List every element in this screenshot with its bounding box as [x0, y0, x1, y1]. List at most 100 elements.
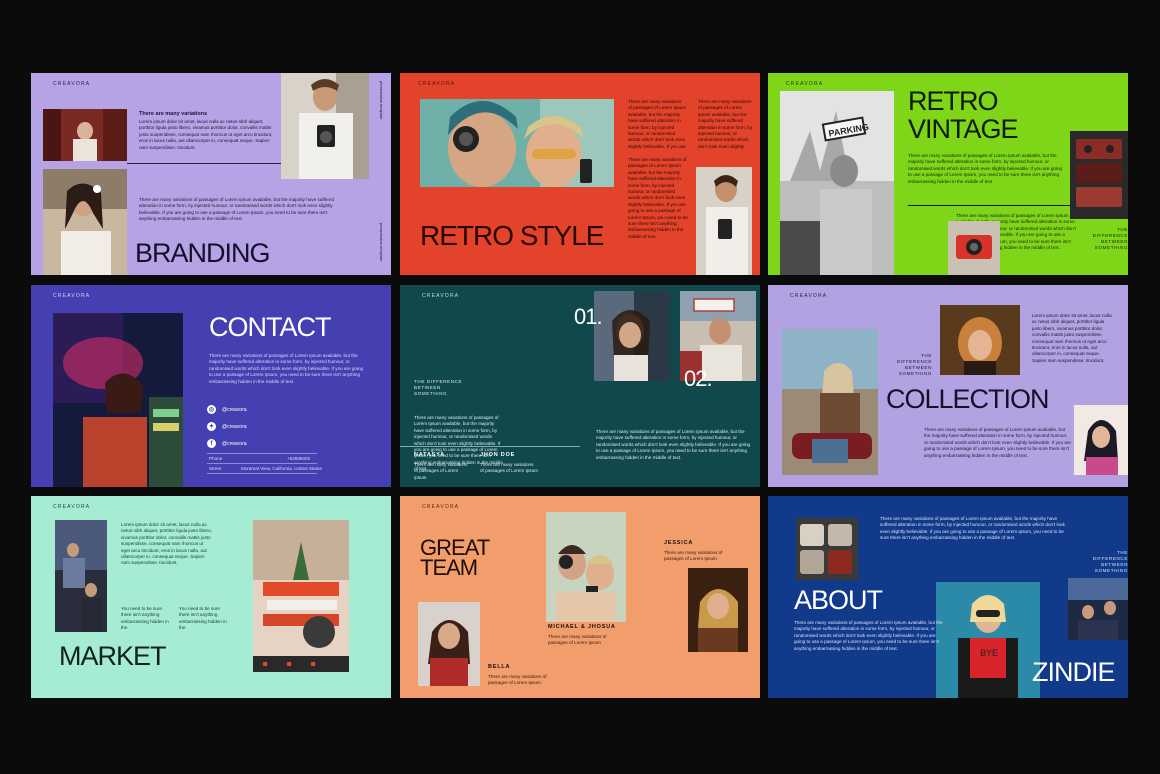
collection-body: There are many variations of passages of… [924, 427, 1071, 458]
vertical-caption: presentation template [379, 81, 384, 120]
brand-logo: CREAVORA [418, 81, 456, 87]
divider [207, 473, 317, 474]
brand-logo: CREAVORA [790, 293, 828, 299]
branding-title: BRANDING [135, 238, 271, 268]
member-text-3: There are many variations of passages of… [488, 674, 547, 686]
collection-lorem: Lorem ipsum dolor sit amet, lacus nulla … [1032, 313, 1112, 363]
person-name-2: JHON DOE [480, 452, 516, 458]
retro-text-1: There are many variations of passages of… [628, 99, 686, 149]
contact-title: CONTACT [209, 312, 331, 342]
member-name-2: MICHAEL & JHOSUA [548, 624, 616, 630]
phone-label: Phone [209, 456, 223, 461]
vertical-caption-2: presentation template [379, 223, 384, 262]
person-name-1: NATASYA [414, 452, 445, 458]
twitter-icon: ✦ [207, 422, 216, 431]
photo-arcade-crowd [1068, 578, 1128, 640]
person-text-1: There are many variations of passages of… [414, 462, 468, 480]
difference-caption: THE DIFFERENCE BETWEEN SOMETHING [414, 379, 463, 396]
facebook-icon: f [207, 439, 216, 448]
street-value: Montreal View, California, United States [241, 466, 322, 471]
brand-logo: CREAVORA [422, 293, 460, 299]
number-2: 02. [684, 366, 713, 391]
street-label: Street [209, 466, 222, 471]
photo-neon-woman [53, 313, 183, 487]
social-handle: @creavora [222, 440, 247, 447]
photo-duo [546, 512, 626, 622]
photo-car-woman [782, 329, 878, 475]
slide-great-team[interactable]: CREAVORA GREAT TEAM JESSICA There are ma… [400, 496, 760, 698]
divider [207, 453, 317, 454]
photo-girl-illustration [1074, 405, 1128, 475]
photo-bella [418, 602, 480, 686]
photo-man-camera [281, 73, 369, 179]
market-lorem: Lorem ipsum dolor sit amet, lacus nulla … [121, 522, 212, 566]
photo-film-canisters [796, 518, 858, 580]
vintage-text-1: There are many variations of passages of… [908, 153, 1063, 184]
brand-logo: CREAVORA [422, 504, 460, 510]
difference-caption: THE DIFFERENCE BETWEEN SOMETHING [1092, 227, 1128, 250]
photo-arcade [55, 520, 107, 632]
slide-retro-vintage[interactable]: CREAVORA PARKING RETRO VINTAGE There are… [768, 73, 1128, 275]
retro-vintage-title-2: VINTAGE [908, 114, 1019, 144]
phone-value: +62888000 [287, 456, 311, 461]
market-col-2: You need to be sure there isn't anything… [179, 606, 227, 631]
shirt-text: BYE [980, 648, 998, 658]
photo-red-curtain [43, 109, 127, 161]
brand-logo: CREAVORA [53, 504, 91, 510]
difference-caption: THE DIFFERENCE BETWEEN SOMETHING [896, 353, 932, 376]
social-handle: @creavora [222, 406, 247, 413]
social-twitter[interactable]: ✦ @creavora [207, 422, 247, 431]
slide-contact[interactable]: CREAVORA CONTACT There are many variatio… [31, 285, 391, 487]
about-body-2: There are many variations of passages of… [794, 620, 943, 651]
slide-retro-style[interactable]: CREAVORA There are many variations of pa… [400, 73, 760, 275]
photo-curly-woman [940, 305, 1020, 375]
slide-branding[interactable]: CREAVORA There are many variations Lorem… [31, 73, 391, 275]
collection-title: COLLECTION [886, 384, 1050, 414]
brand-logo: CREAVORA [53, 81, 91, 87]
slide-about[interactable]: There are many variations of passages of… [768, 496, 1128, 698]
zindie-title: ZINDIE [1032, 657, 1116, 687]
retro-text-3: There are many variations of passages of… [628, 157, 688, 239]
divider [127, 163, 281, 164]
market-title: MARKET [59, 641, 167, 671]
slide-collection[interactable]: CREAVORA Lorem ipsum dolor sit amet, lac… [768, 285, 1128, 487]
member-text-2: There are many variations of passages of… [548, 634, 607, 646]
photo-market-collage [253, 520, 349, 672]
photo-woman-flower [43, 169, 127, 275]
photo-red-camera [948, 221, 1000, 275]
market-col-1: You need to be sure there isn't anything… [121, 606, 169, 631]
photo-tapes [1070, 131, 1128, 219]
person-text-2: There are many variations of passages of… [480, 462, 538, 474]
photo-jessica [688, 568, 748, 652]
slide-market[interactable]: CREAVORA Lorem ipsum dolor sit amet, lac… [31, 496, 391, 698]
social-list: ◎ @creavora ✦ @creavora f @creavora [207, 405, 247, 456]
about-title: ABOUT [794, 585, 883, 615]
about-body: There are many variations of passages of… [880, 516, 1065, 541]
instagram-icon: ◎ [207, 405, 216, 414]
branding-body: There are many variations of passages of… [139, 197, 334, 222]
branding-lorem: Lorem ipsum dolor sit amet, lacus nulla … [139, 119, 273, 150]
photo-man-camera [696, 167, 752, 275]
photo-parking-man: PARKING [780, 91, 894, 275]
photo-retro-friends [420, 99, 614, 187]
social-facebook[interactable]: f @creavora [207, 439, 247, 448]
photo-woman-closeup [594, 291, 670, 381]
slide-numbers[interactable]: CREAVORA THE DIFFERENCE BETWEEN SOMETHIN… [400, 285, 760, 487]
social-handle: @creavora [222, 423, 247, 430]
number-1: 01. [574, 304, 603, 329]
brand-logo: CREAVORA [786, 81, 824, 87]
great-team-title-2: TEAM [420, 555, 478, 580]
branding-subtitle: There are many variations [139, 111, 208, 117]
retro-vintage-title-1: RETRO [908, 86, 998, 116]
contact-body: There are many variations of passages of… [209, 353, 364, 384]
member-name-3: BELLA [488, 664, 511, 670]
social-instagram[interactable]: ◎ @creavora [207, 405, 247, 414]
numbers-body: There are many variations of passages of… [596, 429, 751, 460]
divider [207, 463, 317, 464]
difference-caption: THE DIFFERENCE BETWEEN SOMETHING [1092, 550, 1128, 573]
member-text-1: There are many variations of passages of… [664, 550, 723, 562]
photo-zindie: BYE [936, 582, 1040, 698]
divider [400, 446, 580, 447]
retro-style-title: RETRO STYLE [420, 220, 604, 251]
retro-text-2: There are many variations of passages of… [698, 99, 753, 149]
